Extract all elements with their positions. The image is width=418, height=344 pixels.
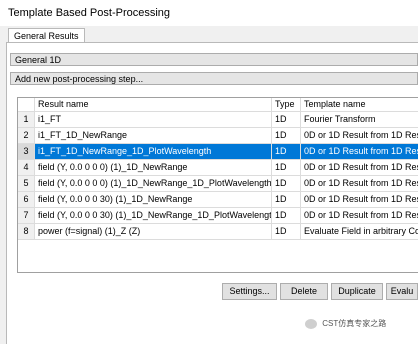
result-name-cell[interactable]: i1_FT [35, 112, 272, 128]
template-cell: Fourier Transform [301, 112, 418, 128]
type-cell: 1D [272, 144, 301, 160]
wechat-logo-icon [305, 318, 317, 329]
type-cell: 1D [272, 224, 301, 240]
table-row[interactable]: 4 field (Y, 0.0 0 0 0) (1)_1D_NewRange 1… [18, 160, 418, 176]
row-number: 5 [18, 176, 35, 192]
table-row[interactable]: 1 i1_FT 1D Fourier Transform [18, 112, 418, 128]
row-number: 6 [18, 192, 35, 208]
type-cell: 1D [272, 192, 301, 208]
evaluate-button[interactable]: Evalu [386, 283, 418, 300]
template-cell: 0D or 1D Result from 1D Result [301, 208, 418, 224]
row-number: 3 [18, 144, 35, 160]
type-cell: 1D [272, 128, 301, 144]
table-row-selected[interactable]: 3 i1_FT_1D_NewRange_1D_PlotWavelength 1D… [18, 144, 418, 160]
row-number: 7 [18, 208, 35, 224]
result-name-cell[interactable]: field (Y, 0.0 0 0 30) (1)_1D_NewRange [35, 192, 272, 208]
result-name-cell[interactable]: field (Y, 0.0 0 0 30) (1)_1D_NewRange_1D… [35, 208, 272, 224]
result-name-cell[interactable]: i1_FT_1D_NewRange [35, 128, 272, 144]
header-row-number [18, 98, 35, 112]
table-row[interactable]: 5 field (Y, 0.0 0 0 0) (1)_1D_NewRange_1… [18, 176, 418, 192]
header-result-name[interactable]: Result name [35, 98, 272, 112]
type-cell: 1D [272, 160, 301, 176]
table-row[interactable]: 7 field (Y, 0.0 0 0 30) (1)_1D_NewRange_… [18, 208, 418, 224]
watermark-text: CST仿真专家之路 [322, 319, 387, 328]
table-row[interactable]: 8 power (f=signal) (1)_Z (Z) 1D Evaluate… [18, 224, 418, 240]
template-cell: 0D or 1D Result from 1D Result [301, 192, 418, 208]
tab-strip: General Results [6, 26, 418, 44]
window-title: Template Based Post-Processing [8, 7, 171, 19]
watermark: CST仿真专家之路 [305, 318, 386, 329]
template-cell: Evaluate Field in arbitrary Coordin [301, 224, 418, 240]
row-number: 4 [18, 160, 35, 176]
result-name-cell[interactable]: field (Y, 0.0 0 0 0) (1)_1D_NewRange_1D_… [35, 176, 272, 192]
row-number: 1 [18, 112, 35, 128]
header-template-name[interactable]: Template name [301, 98, 418, 112]
delete-button[interactable]: Delete [280, 283, 328, 300]
type-cell: 1D [272, 176, 301, 192]
table-row[interactable]: 2 i1_FT_1D_NewRange 1D 0D or 1D Result f… [18, 128, 418, 144]
row-number: 8 [18, 224, 35, 240]
result-name-cell[interactable]: field (Y, 0.0 0 0 0) (1)_1D_NewRange [35, 160, 272, 176]
header-type[interactable]: Type [272, 98, 301, 112]
result-name-cell[interactable]: power (f=signal) (1)_Z (Z) [35, 224, 272, 240]
type-cell: 1D [272, 208, 301, 224]
row-number: 2 [18, 128, 35, 144]
result-name-cell[interactable]: i1_FT_1D_NewRange_1D_PlotWavelength [35, 144, 272, 160]
result-group-dropdown[interactable]: General 1D [10, 53, 418, 66]
table-row[interactable]: 6 field (Y, 0.0 0 0 30) (1)_1D_NewRange … [18, 192, 418, 208]
add-step-dropdown[interactable]: Add new post-processing step... [10, 72, 418, 85]
duplicate-button[interactable]: Duplicate [331, 283, 383, 300]
title-bar: Template Based Post-Processing [0, 0, 418, 26]
template-cell: 0D or 1D Result from 1D Result [301, 160, 418, 176]
template-cell: 0D or 1D Result from 1D Result [301, 144, 418, 160]
settings-button[interactable]: Settings... [222, 283, 277, 300]
template-cell: 0D or 1D Result from 1D Result [301, 176, 418, 192]
template-cell: 0D or 1D Result from 1D Result [301, 128, 418, 144]
type-cell: 1D [272, 112, 301, 128]
results-table: Result name Type Template name Va 1 i1_F… [17, 97, 418, 273]
